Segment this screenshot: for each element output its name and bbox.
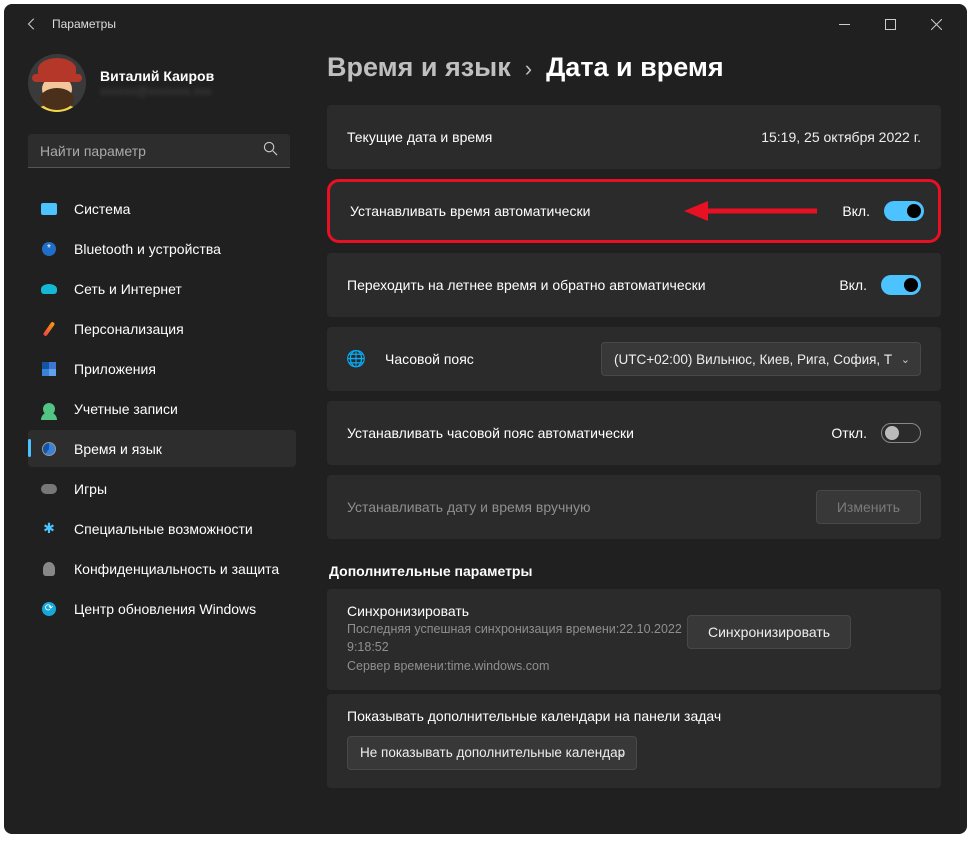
timezone-value: (UTC+02:00) Вильнюс, Киев, Рига, София, … <box>614 352 892 367</box>
user-info: Виталий Каиров xxxxxx@xxxxxxx.xxx <box>100 68 214 98</box>
person-icon <box>40 400 58 418</box>
sidebar-item-gaming[interactable]: Игры <box>28 470 296 507</box>
auto-timezone-state: Откл. <box>831 425 867 441</box>
window-title: Параметры <box>52 17 116 31</box>
auto-timezone-label: Устанавливать часовой пояс автоматически <box>347 425 634 441</box>
user-name: Виталий Каиров <box>100 68 214 84</box>
sidebar-item-personalization[interactable]: Персонализация <box>28 310 296 347</box>
sync-card: Синхронизировать Последняя успешная синх… <box>327 589 941 690</box>
sidebar-item-label: Время и язык <box>74 441 162 457</box>
sidebar-item-system[interactable]: Система <box>28 190 296 227</box>
change-button: Изменить <box>816 490 921 524</box>
arrow-left-icon <box>25 17 39 31</box>
sidebar-item-label: Центр обновления Windows <box>74 601 256 617</box>
sync-info: Синхронизировать Последняя успешная синх… <box>347 603 687 676</box>
sync-lastsync: Последняя успешная синхронизация времени… <box>347 621 687 656</box>
calendars-value: Не показывать дополнительные календар <box>360 745 625 760</box>
chevron-down-icon: ⌄ <box>901 353 910 366</box>
dst-state: Вкл. <box>839 277 867 293</box>
sidebar-item-label: Специальные возможности <box>74 521 253 537</box>
calendars-card: Показывать дополнительные календари на п… <box>327 694 941 788</box>
change-button-label: Изменить <box>837 499 900 515</box>
sidebar: Виталий Каиров xxxxxx@xxxxxxx.xxx Систем… <box>4 44 309 834</box>
sidebar-item-label: Bluetooth и устройства <box>74 241 221 257</box>
dst-card: Переходить на летнее время и обратно авт… <box>327 253 941 317</box>
calendars-select[interactable]: Не показывать дополнительные календар ⌄ <box>347 736 637 770</box>
maximize-icon <box>885 19 896 30</box>
sidebar-item-label: Приложения <box>74 361 156 377</box>
manual-datetime-label: Устанавливать дату и время вручную <box>347 499 591 515</box>
additional-section-title: Дополнительные параметры <box>329 563 941 579</box>
auto-time-card: Устанавливать время автоматически Вкл. <box>327 179 941 243</box>
breadcrumb: Время и язык › Дата и время <box>327 52 941 83</box>
gamepad-icon <box>40 480 58 498</box>
auto-timezone-toggle[interactable] <box>881 423 921 443</box>
calendars-title: Показывать дополнительные календари на п… <box>347 708 921 724</box>
sidebar-item-bluetooth[interactable]: * Bluetooth и устройства <box>28 230 296 267</box>
nav-list: Система * Bluetooth и устройства Сеть и И… <box>28 190 309 627</box>
sidebar-item-apps[interactable]: Приложения <box>28 350 296 387</box>
user-profile[interactable]: Виталий Каиров xxxxxx@xxxxxxx.xxx <box>28 54 309 112</box>
search-icon <box>263 141 278 161</box>
window-controls <box>821 4 959 44</box>
wifi-icon <box>40 280 58 298</box>
auto-time-label: Устанавливать время автоматически <box>350 203 590 219</box>
sidebar-item-windows-update[interactable]: ⟳ Центр обновления Windows <box>28 590 296 627</box>
avatar <box>28 54 86 112</box>
sidebar-item-accounts[interactable]: Учетные записи <box>28 390 296 427</box>
minimize-button[interactable] <box>821 4 867 44</box>
sidebar-item-label: Персонализация <box>74 321 184 337</box>
manual-datetime-card: Устанавливать дату и время вручную Измен… <box>327 475 941 539</box>
user-email: xxxxxx@xxxxxxx.xxx <box>100 84 214 98</box>
titlebar: Параметры <box>4 4 967 44</box>
accessibility-icon: ✱ <box>40 520 58 538</box>
settings-window: Параметры Виталий Каиров xxxxxx@xxxxxxx.… <box>4 4 967 834</box>
maximize-button[interactable] <box>867 4 913 44</box>
page-title: Дата и время <box>546 52 724 83</box>
sidebar-item-label: Сеть и Интернет <box>74 281 182 297</box>
auto-timezone-card: Устанавливать часовой пояс автоматически… <box>327 401 941 465</box>
update-icon: ⟳ <box>40 600 58 618</box>
sidebar-item-label: Игры <box>74 481 107 497</box>
sync-now-label: Синхронизировать <box>708 624 830 640</box>
sidebar-item-label: Учетные записи <box>74 401 178 417</box>
current-datetime-card: Текущие дата и время 15:19, 25 октября 2… <box>327 105 941 169</box>
sidebar-item-privacy[interactable]: Конфиденциальность и защита <box>28 550 296 587</box>
dst-label: Переходить на летнее время и обратно авт… <box>347 277 706 293</box>
apps-icon <box>40 360 58 378</box>
chevron-down-icon: ⌄ <box>617 746 626 759</box>
main-content: Время и язык › Дата и время Текущие дата… <box>309 44 967 834</box>
auto-time-state: Вкл. <box>842 203 870 219</box>
sidebar-item-label: Конфиденциальность и защита <box>74 561 279 577</box>
bluetooth-icon: * <box>40 240 58 258</box>
shield-icon <box>40 560 58 578</box>
breadcrumb-parent[interactable]: Время и язык <box>327 52 511 83</box>
auto-time-toggle[interactable] <box>884 201 924 221</box>
close-icon <box>931 19 942 30</box>
sync-server: Сервер времени:time.windows.com <box>347 658 687 676</box>
timezone-card: 🌐 Часовой пояс (UTC+02:00) Вильнюс, Киев… <box>327 327 941 391</box>
sidebar-item-time-language[interactable]: Время и язык <box>28 430 296 467</box>
chevron-right-icon: › <box>525 56 532 82</box>
timezone-select[interactable]: (UTC+02:00) Вильнюс, Киев, Рига, София, … <box>601 342 921 376</box>
sync-now-button[interactable]: Синхронизировать <box>687 615 851 649</box>
search-input[interactable] <box>40 143 263 159</box>
sidebar-item-network[interactable]: Сеть и Интернет <box>28 270 296 307</box>
sidebar-item-accessibility[interactable]: ✱ Специальные возможности <box>28 510 296 547</box>
timezone-label: Часовой пояс <box>385 351 474 367</box>
sync-title: Синхронизировать <box>347 603 687 619</box>
system-icon <box>40 200 58 218</box>
back-button[interactable] <box>12 17 52 31</box>
dst-toggle[interactable] <box>881 275 921 295</box>
brush-icon <box>40 320 58 338</box>
search-box[interactable] <box>28 134 290 168</box>
sidebar-item-label: Система <box>74 201 130 217</box>
globe-clock-icon: 🌐 <box>347 350 365 368</box>
minimize-icon <box>839 19 850 30</box>
current-datetime-label: Текущие дата и время <box>347 129 492 145</box>
close-button[interactable] <box>913 4 959 44</box>
clock-globe-icon <box>40 440 58 458</box>
current-datetime-value: 15:19, 25 октября 2022 г. <box>761 129 921 145</box>
